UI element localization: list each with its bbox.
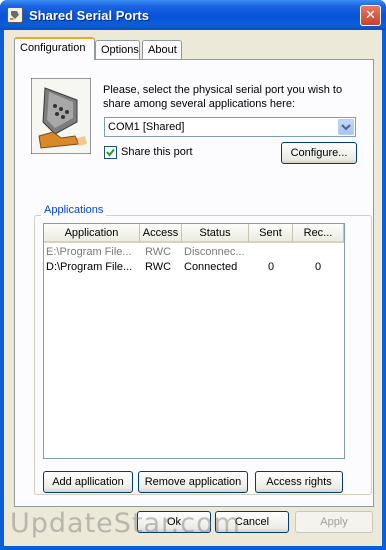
share-port-checkbox[interactable] [104, 146, 117, 159]
configuration-panel: Please, select the physical serial port … [14, 59, 374, 507]
tab-about[interactable]: About [142, 40, 182, 60]
watermark: UpdateStar.com [10, 508, 241, 539]
share-port-label: Share this port [121, 146, 193, 158]
serial-port-value: COM1 [Shared] [108, 121, 185, 133]
applications-list[interactable]: Application Access Status Sent Rec... E:… [43, 223, 345, 459]
row-access: RWC [145, 261, 172, 273]
dialog-client-area: Configuration Options About Please, sele… [4, 30, 382, 546]
serial-port-dropdown[interactable]: COM1 [Shared] [104, 117, 356, 137]
window-title: Shared Serial Ports [29, 8, 149, 23]
table-row[interactable]: E:\Program File... RWC Disconnec... [44, 245, 344, 260]
row-status: Disconnec... [184, 246, 245, 258]
row-sent: 0 [268, 261, 275, 273]
app-icon[interactable] [7, 7, 23, 23]
table-row[interactable]: D:\Program File... RWC Connected 0 0 [44, 260, 344, 275]
remove-application-button[interactable]: Remove application [138, 471, 248, 493]
access-rights-button[interactable]: Access rights [255, 471, 343, 493]
row-application: E:\Program File... [46, 246, 132, 258]
title-bar[interactable]: Shared Serial Ports ✕ [0, 0, 386, 30]
row-application: D:\Program File... [46, 261, 133, 273]
column-access[interactable]: Access [140, 224, 182, 243]
apply-button[interactable]: Apply [295, 511, 373, 533]
list-header: Application Access Status Sent Rec... [44, 224, 344, 243]
add-application-button[interactable]: Add apllication [43, 471, 133, 493]
row-access: RWC [145, 246, 172, 258]
port-selection-prompt: Please, select the physical serial port … [103, 84, 343, 110]
chevron-down-icon[interactable] [338, 119, 354, 135]
dialog-window: Shared Serial Ports ✕ Configuration Opti… [0, 0, 386, 550]
tab-options[interactable]: Options [95, 40, 140, 60]
configure-button[interactable]: Configure... [281, 142, 357, 164]
close-button[interactable]: ✕ [360, 5, 381, 26]
row-received: 0 [315, 261, 322, 273]
column-status[interactable]: Status [182, 224, 249, 243]
row-status: Connected [184, 261, 238, 273]
applications-group-label: Applications [41, 204, 107, 216]
column-application[interactable]: Application [44, 224, 140, 243]
column-sent[interactable]: Sent [249, 224, 293, 243]
column-received[interactable]: Rec... [293, 224, 344, 243]
tab-configuration[interactable]: Configuration [14, 37, 95, 60]
serial-port-icon [30, 77, 92, 155]
